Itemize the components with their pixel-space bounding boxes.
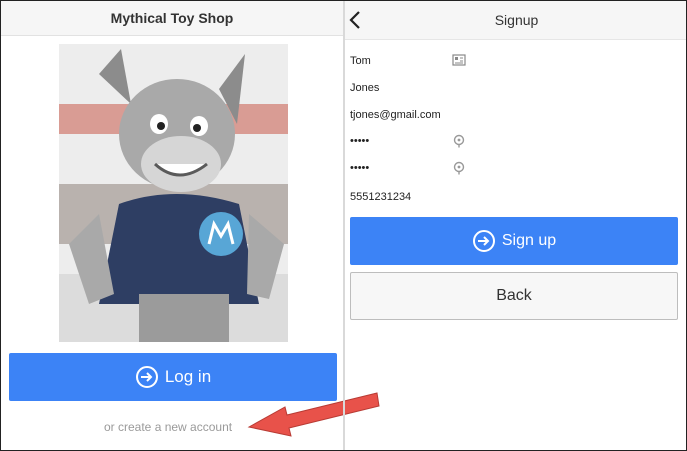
- confirm-password-field[interactable]: •••••: [350, 162, 369, 174]
- back-button[interactable]: Back: [350, 272, 678, 320]
- annotation-arrow-icon: [247, 392, 380, 437]
- key-icon[interactable]: [452, 134, 466, 148]
- key-icon[interactable]: [452, 161, 466, 175]
- create-account-link[interactable]: or create a new account: [104, 420, 232, 434]
- login-arrow-icon: [472, 230, 495, 252]
- contact-card-icon[interactable]: [452, 53, 466, 67]
- mascot-image: [59, 44, 288, 342]
- first-name-field[interactable]: Tom: [350, 55, 371, 67]
- phone-field[interactable]: 5551231234: [350, 191, 411, 203]
- login-button-label: Log in: [164, 367, 212, 386]
- signup-button-label: Sign up: [501, 232, 557, 249]
- signup-button[interactable]: Sign up: [350, 217, 678, 265]
- signup-title: Signup: [494, 12, 539, 28]
- login-header: Mythical Toy Shop: [1, 1, 343, 36]
- password-field[interactable]: •••••: [350, 135, 369, 147]
- last-name-field[interactable]: Jones: [350, 82, 379, 94]
- login-arrow-icon: [135, 366, 158, 388]
- app-frame: Mythical Toy Shop Log in or create a new…: [0, 0, 687, 451]
- back-button-label: Back: [496, 287, 532, 304]
- screen-divider: [343, 1, 345, 450]
- email-field[interactable]: tjones@gmail.com: [350, 109, 441, 121]
- login-title: Mythical Toy Shop: [110, 10, 234, 26]
